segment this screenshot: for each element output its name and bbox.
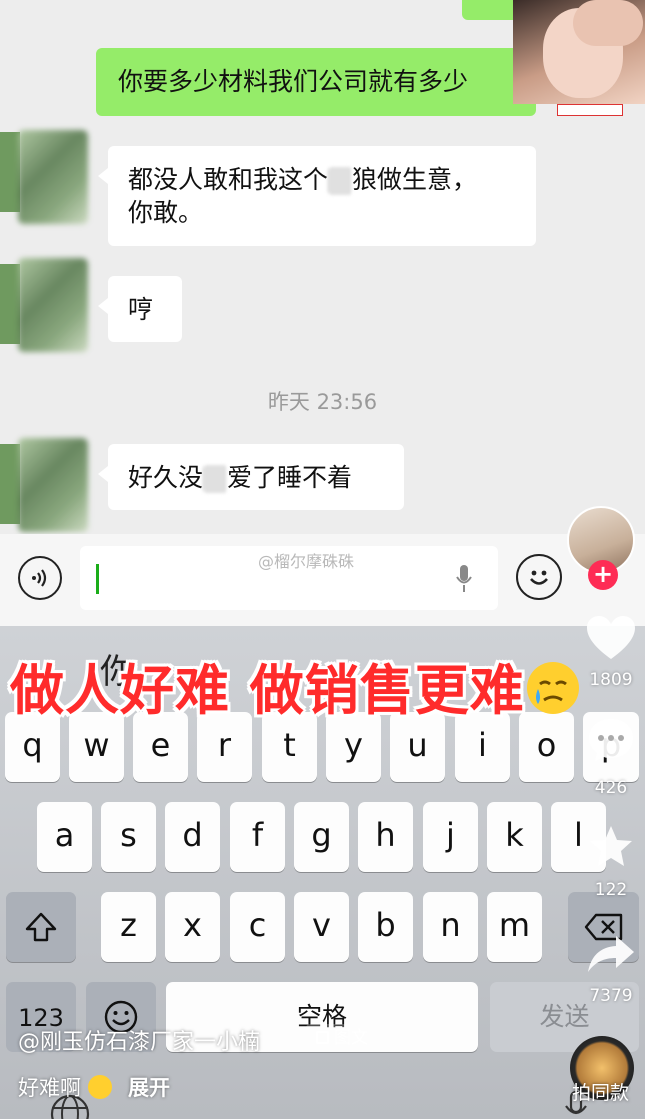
- key-h[interactable]: h: [358, 802, 413, 872]
- message-text-part: 你敢。: [128, 198, 204, 227]
- like-count: 1809: [589, 670, 633, 690]
- shift-key[interactable]: [6, 892, 76, 962]
- favorite-button[interactable]: 122: [581, 824, 641, 900]
- favorite-count: 122: [594, 880, 628, 900]
- key-z[interactable]: z: [101, 892, 156, 962]
- message-text-part: 都没人敢和我这个: [128, 165, 329, 194]
- share-button[interactable]: 7379: [581, 934, 641, 1006]
- post-description: 好难啊: [18, 1072, 112, 1102]
- expand-link[interactable]: 展开: [128, 1072, 170, 1102]
- contact-avatar[interactable]: [18, 438, 88, 532]
- shift-icon: [25, 912, 57, 942]
- message-text-part: 爱了睡不着: [227, 463, 353, 492]
- message-bubble-incoming[interactable]: 哼: [98, 276, 182, 342]
- text-caret: [96, 564, 99, 594]
- comment-icon: [589, 719, 633, 761]
- post-type-label: 图文: [334, 1028, 368, 1048]
- key-x[interactable]: x: [165, 892, 220, 962]
- censored-char: [203, 465, 228, 493]
- smile-icon: [530, 570, 548, 585]
- share-count: 7379: [589, 986, 633, 1006]
- key-d[interactable]: d: [165, 802, 220, 872]
- message-text-part: 好久没: [128, 463, 204, 492]
- message-bubble-outgoing[interactable]: 你要多少材料我们公司就有多少: [96, 48, 536, 116]
- message-bubble-incoming[interactable]: 都没人敢和我这个 狼做生意， 你敢。: [98, 146, 536, 246]
- watermark-text: @榴尔摩硃硃: [258, 552, 355, 571]
- message-timestamp: 昨天 23:56: [267, 390, 378, 414]
- like-button[interactable]: 1809: [581, 614, 641, 690]
- key-k[interactable]: k: [487, 802, 542, 872]
- message-bubble-incoming[interactable]: 好久没 爱了睡不着: [98, 444, 404, 510]
- crying-face-icon: [526, 662, 579, 715]
- voice-toggle-button[interactable]: [18, 556, 62, 600]
- pip-brand-badge: [557, 104, 623, 116]
- key-j[interactable]: j: [423, 802, 478, 872]
- avatar-partial: [0, 444, 20, 524]
- pip-hand: [573, 0, 643, 46]
- post-author[interactable]: @刚玉仿石漆厂家一小楠: [18, 1024, 260, 1056]
- chat-input-bar: @榴尔摩硃硃: [0, 534, 645, 626]
- follow-plus-button[interactable]: +: [588, 560, 618, 590]
- crying-face-small-icon: [87, 1075, 112, 1099]
- key-v[interactable]: v: [294, 892, 349, 962]
- heart-icon: [587, 616, 635, 659]
- key-c[interactable]: c: [230, 892, 285, 962]
- avatar-partial: [0, 264, 20, 344]
- gallery-icon: [316, 1031, 329, 1044]
- description-text: 好难啊: [18, 1076, 81, 1100]
- share-icon: [588, 936, 634, 972]
- censored-char: [328, 167, 353, 195]
- message-text: 你要多少材料我们公司就有多少: [118, 67, 469, 96]
- microphone-icon[interactable]: [456, 564, 472, 594]
- caption-text: 做人好难 做销售更难: [10, 659, 525, 722]
- video-caption-overlay: 做人好难 做销售更难: [10, 646, 579, 725]
- chat-area: 你要多少材料我们公司就有多少 都没人敢和我这个 狼做生意， 你敢。 哼 昨天 23…: [0, 0, 645, 540]
- key-f[interactable]: f: [230, 802, 285, 872]
- comment-count: 426: [594, 778, 628, 798]
- message-text-part: 狼做生意，: [352, 165, 478, 194]
- emoji-button[interactable]: [516, 554, 562, 600]
- contact-avatar[interactable]: [18, 258, 88, 352]
- comment-button[interactable]: 426: [581, 716, 641, 798]
- key-m[interactable]: m: [487, 892, 542, 962]
- key-n[interactable]: n: [423, 892, 478, 962]
- voice-icon: [32, 569, 47, 587]
- key-a[interactable]: a: [37, 802, 92, 872]
- key-g[interactable]: g: [294, 802, 349, 872]
- contact-avatar[interactable]: [18, 130, 88, 224]
- avatar-partial: [0, 132, 20, 212]
- post-type-tag[interactable]: 图文: [306, 1024, 378, 1052]
- key-b[interactable]: b: [358, 892, 413, 962]
- star-icon: [590, 826, 632, 866]
- same-style-button[interactable]: 拍同款: [572, 1078, 629, 1105]
- creator-video-pip[interactable]: [513, 0, 645, 104]
- key-s[interactable]: s: [101, 802, 156, 872]
- message-text: 哼: [128, 295, 154, 324]
